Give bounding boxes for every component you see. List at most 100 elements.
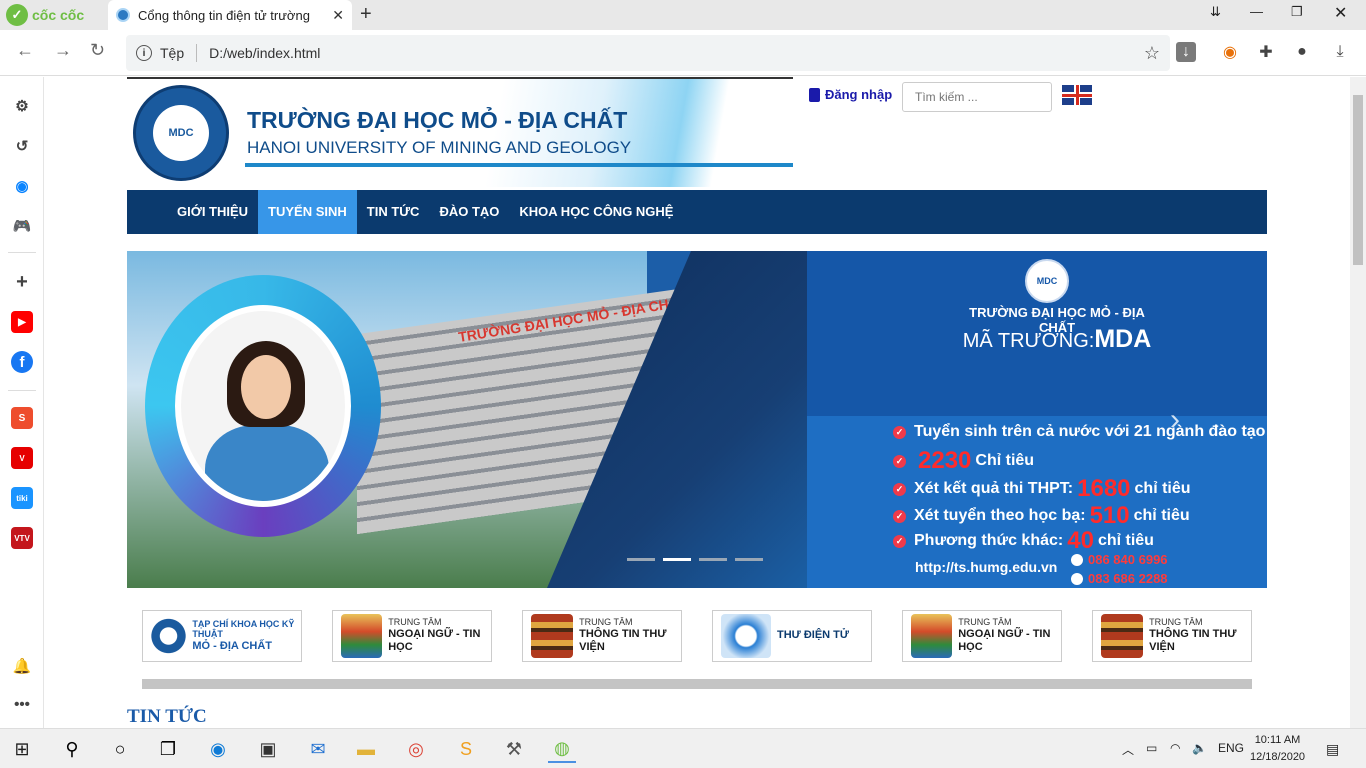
slide-bullet-1: ✓ Tuyển sinh trên cả nước với 21 ngành đà… bbox=[893, 423, 1265, 441]
login-label: Đăng nhập bbox=[825, 87, 893, 102]
login-link[interactable]: Đăng nhập bbox=[809, 87, 892, 102]
university-seal-logo[interactable]: MDC bbox=[133, 85, 229, 181]
edge-icon[interactable]: ◉ bbox=[204, 735, 232, 763]
store-icon[interactable]: ▣ bbox=[254, 735, 282, 763]
settings-gear-icon[interactable]: ⚙ bbox=[11, 95, 33, 117]
start-windows-icon[interactable]: ⊞ bbox=[8, 735, 36, 763]
slide-phone-2: 083 686 2288 bbox=[1071, 571, 1168, 586]
youtube-icon[interactable]: ▶ bbox=[11, 311, 33, 333]
wifi-icon[interactable]: ◠ bbox=[1170, 741, 1180, 755]
bookmark-star-icon[interactable]: ☆ bbox=[1144, 43, 1160, 64]
quick-links: TẠP CHÍ KHOA HỌC KỸ THUẬT MỎ - ĐỊA CHẤT T… bbox=[142, 610, 1252, 662]
menu-item-tin-tuc[interactable]: TIN TỨC bbox=[357, 190, 430, 234]
new-tab-button[interactable]: + bbox=[360, 3, 372, 26]
windows-taskbar: ⊞ ⚲ ○ ❐ ◉ ▣ ✉ ▬ ◎ S ⚒ ◍ ︿ ▭ ◠ 🔈 ENG 10:1… bbox=[0, 728, 1366, 768]
section-title-news: TIN TỨC bbox=[127, 706, 207, 727]
system-clock[interactable]: 10:11 AM 12/18/2020 bbox=[1250, 732, 1305, 766]
omnibox[interactable]: i Tệp D:/web/index.html ☆ bbox=[126, 35, 1170, 71]
check-icon: ✓ bbox=[893, 534, 906, 548]
extensions-puzzle-icon[interactable]: ✚ bbox=[1256, 42, 1276, 62]
site-header: MDC TRƯỜNG ĐẠI HỌC MỎ - ĐỊA CHẤT HANOI U… bbox=[127, 77, 793, 187]
tiki-icon[interactable]: tiki bbox=[11, 487, 33, 509]
task-view-icon[interactable]: ❐ bbox=[154, 735, 182, 763]
close-window-button[interactable]: ✕ bbox=[1334, 3, 1347, 23]
close-tab-icon[interactable]: ✕ bbox=[332, 7, 344, 24]
link-thu-vien-2[interactable]: TRUNG TÂM THÔNG TIN THƯ VIỆN bbox=[1092, 610, 1252, 662]
cortana-circle-icon[interactable]: ○ bbox=[106, 735, 134, 763]
slider-next-chevron-icon[interactable]: › bbox=[1170, 403, 1180, 437]
seal-text: MDC bbox=[153, 105, 209, 161]
horizontal-scrollbar[interactable] bbox=[142, 679, 1252, 689]
shopee-icon[interactable]: S bbox=[11, 407, 33, 429]
search-input[interactable] bbox=[902, 82, 1052, 112]
slider-dot[interactable] bbox=[627, 558, 655, 561]
link-thu-vien[interactable]: TRUNG TÂM THÔNG TIN THƯ VIỆN bbox=[522, 610, 682, 662]
messenger-icon[interactable]: ◉ bbox=[11, 175, 33, 197]
check-icon: ✓ bbox=[893, 425, 906, 439]
coccoc-brand[interactable]: ✓ cốc cốc bbox=[6, 4, 84, 26]
menu-item-khoa-hoc[interactable]: KHOA HỌC CÔNG NGHỆ bbox=[509, 190, 683, 234]
slide-logo: MDC bbox=[1025, 259, 1069, 303]
omnibox-divider bbox=[196, 44, 198, 62]
slide-school-code: MÃ TRƯỜNG:MDA bbox=[962, 325, 1152, 353]
back-button[interactable]: ← bbox=[16, 40, 34, 61]
chrome-icon[interactable]: ◎ bbox=[402, 735, 430, 763]
volume-icon[interactable]: 🔈 bbox=[1192, 741, 1207, 755]
extension-coccoc-icon[interactable]: ◉ bbox=[1220, 42, 1240, 62]
slide-bullet-4: ✓ Xét tuyển theo học bạ: 510 chỉ tiêu bbox=[893, 502, 1190, 530]
minimize-button[interactable]: — bbox=[1250, 4, 1263, 19]
coccoc-taskbar-icon[interactable]: ◍ bbox=[548, 735, 576, 763]
mail-icon[interactable]: ✉ bbox=[304, 735, 332, 763]
menu-item-dao-tao[interactable]: ĐÀO TẠO bbox=[429, 190, 509, 234]
tray-chevron-icon[interactable]: ︿ bbox=[1122, 741, 1134, 758]
slider-dot-active[interactable] bbox=[663, 558, 691, 561]
slider-dot[interactable] bbox=[699, 558, 727, 561]
notifications-icon[interactable]: ▤ bbox=[1326, 741, 1339, 758]
games-icon[interactable]: 🎮 bbox=[11, 215, 33, 237]
slide-bullet-5: ✓ Phương thức khác: 40 chỉ tiêu bbox=[893, 527, 1154, 555]
brand-label: cốc cốc bbox=[32, 7, 85, 23]
download-icon[interactable]: ↓ bbox=[1176, 42, 1196, 62]
viettel-icon[interactable]: V bbox=[11, 447, 33, 469]
forward-button[interactable]: → bbox=[54, 40, 72, 61]
link-ngoai-ngu-2[interactable]: TRUNG TÂM NGOẠI NGỮ - TIN HỌC bbox=[902, 610, 1062, 662]
clock-date: 12/18/2020 bbox=[1250, 751, 1306, 763]
menu-item-gioi-thieu[interactable]: GIỚI THIỆU bbox=[167, 190, 258, 234]
reload-button[interactable]: ↻ bbox=[90, 40, 105, 61]
url-text[interactable]: D:/web/index.html bbox=[209, 45, 320, 61]
journal-logo-icon bbox=[151, 614, 187, 658]
more-options-icon[interactable]: ••• bbox=[11, 693, 33, 715]
check-icon: ✓ bbox=[893, 454, 906, 468]
info-icon[interactable]: i bbox=[136, 45, 152, 61]
hero-slider[interactable]: TRƯỜNG ĐẠI HỌC MỎ - ĐỊA CHẤT MDC TRƯỜNG … bbox=[127, 251, 1267, 588]
sublime-icon[interactable]: S bbox=[452, 735, 480, 763]
tools-icon[interactable]: ⚒ bbox=[500, 735, 528, 763]
scrollbar-thumb[interactable] bbox=[1353, 95, 1363, 265]
maximize-button[interactable]: ❐ bbox=[1291, 4, 1303, 20]
language-indicator[interactable]: ENG bbox=[1218, 741, 1244, 755]
coccoc-logo-icon: ✓ bbox=[6, 4, 28, 26]
menu-item-tuyen-sinh[interactable]: TUYỂN SINH bbox=[258, 190, 357, 234]
phone-icon bbox=[1071, 553, 1083, 566]
books-globe-icon bbox=[341, 614, 383, 658]
link-thu-dien-tu[interactable]: THƯ ĐIỆN TỬ bbox=[712, 610, 872, 662]
vtv-icon[interactable]: VTV bbox=[11, 527, 33, 549]
download-arrow-icon[interactable]: ⤓ bbox=[1330, 42, 1350, 62]
file-explorer-icon[interactable]: ▬ bbox=[352, 735, 380, 763]
battery-icon[interactable]: ▭ bbox=[1146, 741, 1157, 755]
notification-bell-icon[interactable]: 🔔 bbox=[11, 655, 33, 677]
search-icon[interactable]: ⚲ bbox=[58, 735, 86, 763]
facebook-icon[interactable]: f bbox=[11, 351, 33, 373]
slider-dot[interactable] bbox=[735, 558, 763, 561]
link-tap-chi[interactable]: TẠP CHÍ KHOA HỌC KỸ THUẬT MỎ - ĐỊA CHẤT bbox=[142, 610, 302, 662]
restore-tabs-icon[interactable]: ⇊ bbox=[1210, 4, 1221, 20]
history-icon[interactable]: ↺ bbox=[11, 135, 33, 157]
add-shortcut-icon[interactable]: + bbox=[11, 271, 33, 293]
english-flag-icon[interactable] bbox=[1062, 85, 1092, 105]
link-ngoai-ngu[interactable]: TRUNG TÂM NGOẠI NGỮ - TIN HỌC bbox=[332, 610, 492, 662]
browser-tab[interactable]: Cổng thông tin điện tử trường ✕ bbox=[108, 0, 352, 30]
profile-avatar-icon[interactable]: ● bbox=[1292, 42, 1312, 62]
address-toolbar: ← → ↻ i Tệp D:/web/index.html ☆ ↓ ◉ ✚ ● … bbox=[0, 30, 1366, 76]
user-icon bbox=[809, 87, 820, 102]
page-scrollbar[interactable] bbox=[1350, 77, 1366, 728]
